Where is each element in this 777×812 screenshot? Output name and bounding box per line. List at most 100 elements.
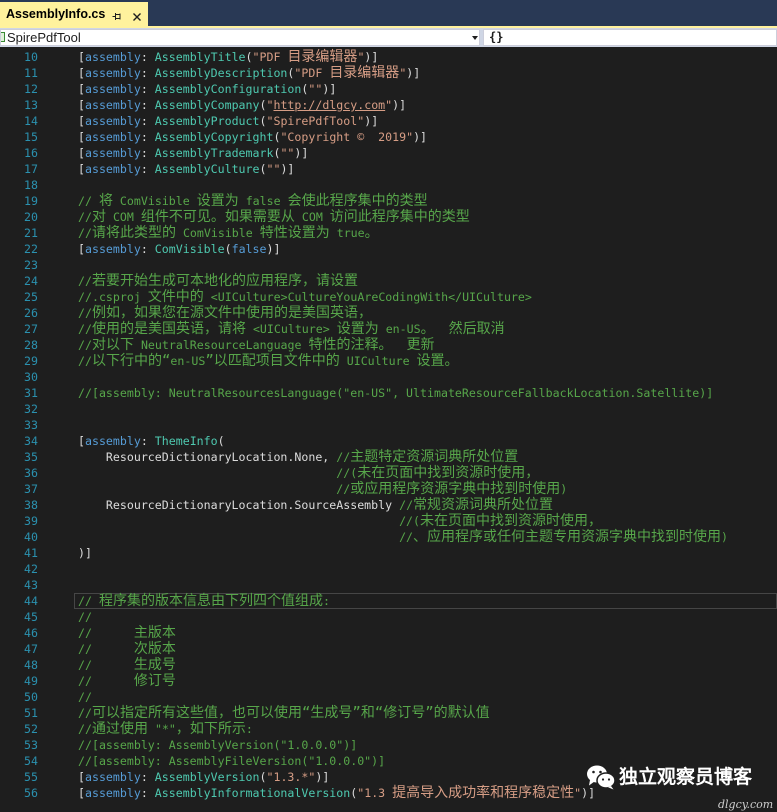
comment-token: //例如，如果您在源文件中使用的是美国英语， — [78, 305, 372, 321]
cjk-text-run: 访问此程序集中的类型 — [329, 209, 470, 225]
line-number: 28 — [24, 338, 38, 352]
tab-label: AssemblyInfo.cs — [6, 7, 106, 21]
keyword-token: assembly — [84, 242, 141, 256]
line-number: 50 — [24, 690, 38, 704]
line-number: 40 — [24, 530, 38, 544]
code-editor[interactable]: 10 [assembly: AssemblyTitle("PDF 目录编辑器")]… — [0, 47, 777, 812]
cjk-text-run: 然后取消 — [448, 321, 505, 337]
cjk-text-run: 目录编辑器 — [329, 65, 400, 81]
line-number: 55 — [24, 770, 38, 784]
code-line[interactable]: [assembly: AssemblyTitle("PDF 目录编辑器")] — [78, 49, 378, 65]
code-line[interactable]: [assembly: AssemblyDescription("PDF 目录编辑… — [78, 65, 420, 81]
code-line[interactable]: //通过使用 "*"，如下所示: — [78, 721, 253, 737]
project-dropdown[interactable]: SpirePdfTool — [0, 29, 480, 46]
code-line[interactable]: // 修订号 — [78, 673, 176, 689]
member-dropdown[interactable]: {} — [483, 29, 777, 46]
code-line[interactable]: //(未在页面中找到资源时使用， — [78, 465, 539, 481]
cjk-text-run: 以下行中的“ — [91, 353, 171, 369]
code-line[interactable]: // — [78, 689, 92, 705]
code-line[interactable]: // 次版本 — [78, 641, 176, 657]
navigation-bar: SpirePdfTool {} — [0, 28, 777, 47]
string-literal-token: "SpirePdfTool" — [266, 114, 365, 128]
braces-icon: {} — [489, 30, 504, 44]
cjk-text-run: 若要开始生成可本地化的应用程序，请设置 — [91, 273, 358, 289]
keyword-token: assembly — [84, 162, 141, 176]
line-number: 56 — [24, 786, 38, 800]
pin-icon[interactable] — [112, 9, 123, 20]
code-text: )] — [406, 66, 421, 80]
line-number: 11 — [24, 66, 38, 80]
code-line[interactable]: //[assembly: AssemblyFileVersion("1.0.0.… — [78, 753, 385, 769]
type-name-token: AssemblyVersion — [154, 770, 260, 784]
line-number: 38 — [24, 498, 38, 512]
code-line[interactable]: [assembly: AssemblyProduct("SpirePdfTool… — [78, 113, 378, 129]
code-line[interactable]: //.csproj 文件中的 <UICulture>CultureYouAreC… — [78, 289, 532, 305]
code-text: ResourceDictionaryLocation.None, — [78, 450, 337, 464]
type-name-token: AssemblyTrademark — [154, 146, 274, 160]
code-line[interactable]: //(未在页面中找到资源时使用， — [78, 513, 602, 529]
keyword-token: assembly — [84, 770, 141, 784]
code-line[interactable]: //请将此类型的 ComVisible 特性设置为 true。 — [78, 225, 379, 241]
cjk-text-run: 组件不可见。如果需要从 — [140, 209, 295, 225]
line-number: 14 — [24, 114, 38, 128]
cjk-text-run: 更新 — [406, 337, 435, 353]
code-line[interactable]: //可以指定所有这些值，也可以使用“生成号”和“修订号”的默认值 — [78, 705, 490, 721]
line-number: 36 — [24, 466, 38, 480]
code-line[interactable]: [assembly: AssemblyCompany("http://dlgcy… — [78, 97, 406, 113]
code-line[interactable]: [assembly: ComVisible(false)] — [78, 241, 280, 257]
comment-token: //(未在页面中找到资源时使用， — [78, 513, 603, 529]
line-number: 12 — [24, 82, 38, 96]
visual-studio-editor-window: AssemblyInfo.cs SpirePdfTool {} 10 [assem… — [0, 0, 777, 812]
code-line[interactable]: )] — [78, 545, 92, 561]
code-line[interactable]: //或应用程序资源字典中找到时使用) — [78, 481, 567, 497]
code-line[interactable]: //例如，如果您在源文件中使用的是美国英语， — [78, 305, 372, 321]
code-text: [ — [78, 162, 85, 176]
cjk-text-run: 请将此类型的 — [91, 225, 176, 241]
line-number: 51 — [24, 706, 38, 720]
code-text: )] — [266, 242, 281, 256]
cjk-text-run: 。 — [364, 225, 379, 241]
code-line[interactable]: // 程序集的版本信息由下列四个值组成: — [78, 593, 330, 609]
code-line[interactable]: // — [78, 609, 92, 625]
comment-token: // 主版本 — [78, 625, 176, 641]
code-line[interactable]: [assembly: AssemblyCopyright("Copyright … — [78, 129, 427, 145]
comment-token: //若要开始生成可本地化的应用程序，请设置 — [78, 273, 358, 289]
code-text: : — [140, 66, 155, 80]
code-line[interactable]: ResourceDictionaryLocation.SourceAssembl… — [78, 497, 553, 513]
code-line[interactable]: [assembly: AssemblyTrademark("")] — [78, 145, 308, 161]
code-line[interactable]: //对以下 NeutralResourceLanguage 特性的注释。 更新 — [78, 337, 434, 353]
code-line[interactable]: [assembly: AssemblyConfiguration("")] — [78, 81, 336, 97]
code-line[interactable]: //、应用程序或任何主题专用资源字典中找到时使用) — [78, 529, 728, 545]
code-line[interactable]: //对 COM 组件不可见。如果需要从 COM 访问此程序集中的类型 — [78, 209, 470, 225]
line-number: 41 — [24, 546, 38, 560]
line-number: 17 — [24, 162, 38, 176]
code-line[interactable]: [assembly: AssemblyCulture("")] — [78, 161, 294, 177]
code-line[interactable]: //以下行中的“en-US”以匹配项目文件中的 UICulture 设置。 — [78, 353, 459, 369]
tab-assemblyinfo[interactable]: AssemblyInfo.cs — [0, 2, 148, 26]
cjk-text-run: 。 — [420, 321, 435, 337]
code-line[interactable]: [assembly: AssemblyVersion("1.3.*")] — [78, 769, 329, 785]
code-line[interactable]: [assembly: AssemblyInformationalVersion(… — [78, 785, 595, 801]
keyword-token: assembly — [84, 50, 141, 64]
line-number: 19 — [24, 194, 38, 208]
code-line[interactable]: // 生成号 — [78, 657, 176, 673]
line-number: 45 — [24, 610, 38, 624]
code-text: [ — [78, 50, 85, 64]
url-link[interactable]: http://dlgcy.com — [273, 98, 385, 112]
project-dropdown-value: SpirePdfTool — [7, 30, 81, 45]
code-line[interactable]: // 将 ComVisible 设置为 false 会使此程序集中的类型 — [78, 193, 428, 209]
code-line[interactable]: //使用的是美国英语，请将 <UICulture> 设置为 en-US。 然后取… — [78, 321, 505, 337]
code-line[interactable]: [assembly: ThemeInfo( — [78, 433, 225, 449]
code-line[interactable]: // 主版本 — [78, 625, 176, 641]
cjk-text-run: 会使此程序集中的类型 — [287, 193, 428, 209]
cjk-text-run: 文件中的 — [147, 289, 204, 305]
code-line[interactable]: ResourceDictionaryLocation.None, //主题特定资… — [78, 449, 518, 465]
cjk-text-run: ，如下所示 — [175, 721, 246, 737]
code-line[interactable]: //若要开始生成可本地化的应用程序，请设置 — [78, 273, 358, 289]
close-icon[interactable] — [132, 9, 142, 21]
comment-token: //使用的是美国英语，请将 <UICulture> 设置为 en-US。 然后取… — [78, 321, 505, 337]
comment-token: // 将 ComVisible 设置为 false 会使此程序集中的类型 — [78, 193, 428, 209]
code-line[interactable]: //[assembly: NeutralResourcesLanguage("e… — [78, 385, 713, 401]
keyword-token: assembly — [84, 98, 141, 112]
code-line[interactable]: //[assembly: AssemblyVersion("1.0.0.0")] — [78, 737, 357, 753]
